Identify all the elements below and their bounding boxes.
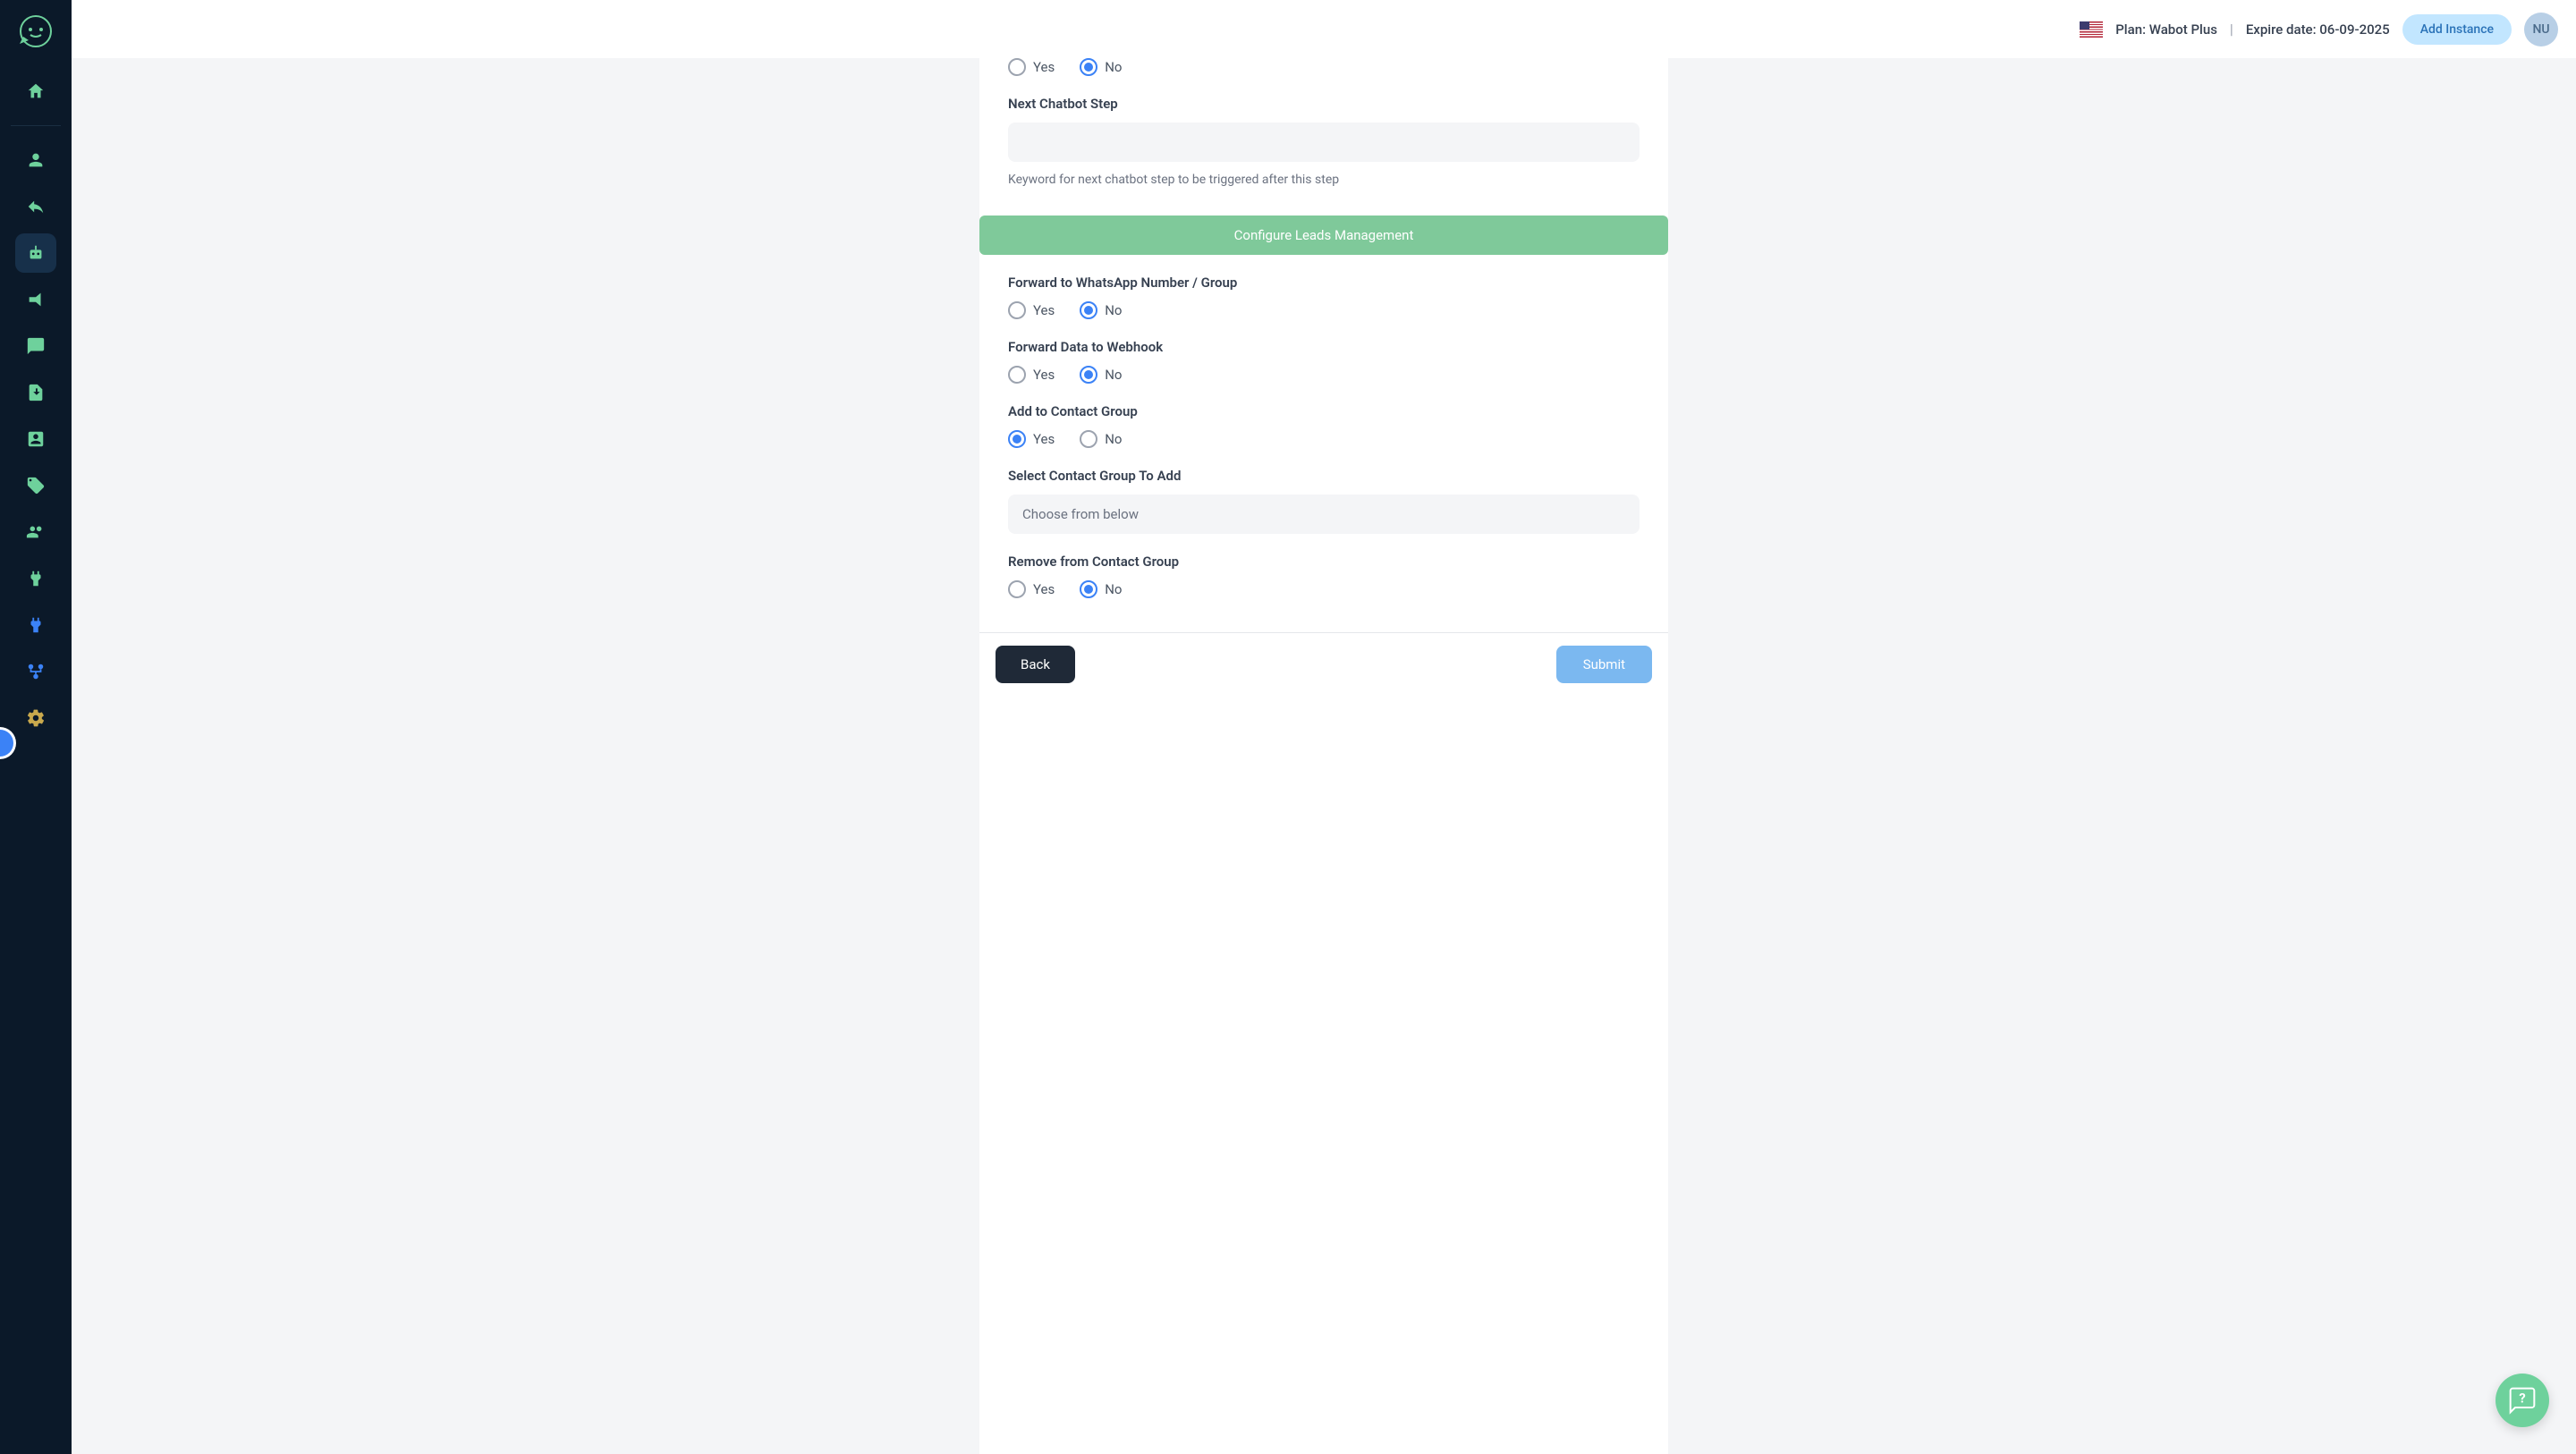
- radio-icon: [1080, 366, 1097, 384]
- forward-whatsapp-no[interactable]: No: [1080, 301, 1122, 319]
- add-contact-no[interactable]: No: [1080, 430, 1122, 448]
- chat-icon: [26, 336, 46, 356]
- forward-webhook-no[interactable]: No: [1080, 366, 1122, 384]
- plug-icon: [26, 569, 46, 588]
- nav-separator: [11, 125, 61, 126]
- nav-workflow[interactable]: [15, 652, 56, 691]
- svg-text:?: ?: [2519, 1391, 2525, 1407]
- remove-contact-no[interactable]: No: [1080, 580, 1122, 598]
- select-placeholder: Choose from below: [1022, 506, 1139, 522]
- address-book-icon: [26, 429, 46, 449]
- forward-whatsapp-yes[interactable]: Yes: [1008, 301, 1055, 319]
- robot-icon: [26, 243, 46, 263]
- radio-label: No: [1105, 302, 1122, 318]
- radio-label: No: [1105, 367, 1122, 383]
- remove-contact-label: Remove from Contact Group: [1008, 554, 1640, 570]
- megaphone-icon: [26, 290, 46, 309]
- remove-contact-radio-group: Yes No: [1008, 580, 1640, 598]
- nav-tags[interactable]: [15, 466, 56, 505]
- main-area: Plan: Wabot Plus | Expire date: 06-09-20…: [72, 0, 2576, 1454]
- add-contact-yes[interactable]: Yes: [1008, 430, 1055, 448]
- content-scroll[interactable]: Yes No Next Chatbot Step Keyword for nex…: [72, 58, 2576, 1454]
- help-fab[interactable]: ?: [2496, 1374, 2549, 1427]
- plug-icon-2: [26, 615, 46, 635]
- nav-settings[interactable]: [15, 698, 56, 738]
- save-response-yes[interactable]: Yes: [1008, 58, 1055, 76]
- radio-label: Yes: [1033, 302, 1055, 318]
- radio-label: Yes: [1033, 581, 1055, 597]
- forward-webhook-label: Forward Data to Webhook: [1008, 339, 1640, 355]
- home-icon: [26, 81, 46, 101]
- header-separator: |: [2230, 21, 2233, 38]
- add-contact-radio-group: Yes No: [1008, 430, 1640, 448]
- nav-plugin[interactable]: [15, 559, 56, 598]
- radio-icon: [1008, 301, 1026, 319]
- expire-label: Expire date: 06-09-2025: [2246, 21, 2390, 38]
- file-export-icon: [26, 383, 46, 402]
- radio-label: Yes: [1033, 367, 1055, 383]
- radio-icon: [1008, 430, 1026, 448]
- forward-whatsapp-radio-group: Yes No: [1008, 301, 1640, 319]
- forward-whatsapp-label: Forward to WhatsApp Number / Group: [1008, 275, 1640, 291]
- header: Plan: Wabot Plus | Expire date: 06-09-20…: [72, 0, 2576, 58]
- radio-icon: [1080, 58, 1097, 76]
- radio-label: Yes: [1033, 59, 1055, 75]
- gear-icon: [26, 708, 46, 728]
- sidebar: [0, 0, 72, 1454]
- nav-contacts[interactable]: [15, 419, 56, 459]
- forward-webhook-yes[interactable]: Yes: [1008, 366, 1055, 384]
- radio-icon: [1008, 58, 1026, 76]
- add-instance-button[interactable]: Add Instance: [2402, 14, 2512, 45]
- form-footer: Back Submit: [979, 632, 1668, 696]
- workflow-icon: [26, 662, 46, 681]
- nav-chat[interactable]: [15, 326, 56, 366]
- radio-icon: [1080, 430, 1097, 448]
- nav-bot[interactable]: [15, 233, 56, 273]
- radio-label: No: [1105, 59, 1122, 75]
- save-response-no[interactable]: No: [1080, 58, 1122, 76]
- plan-label: Plan: Wabot Plus: [2115, 21, 2217, 38]
- user-icon: [26, 150, 46, 170]
- nav-home[interactable]: [15, 72, 56, 111]
- users-icon: [26, 522, 46, 542]
- next-step-helper: Keyword for next chatbot step to be trig…: [1008, 173, 1640, 187]
- radio-icon: [1008, 580, 1026, 598]
- next-step-input[interactable]: [1008, 123, 1640, 162]
- nav-user[interactable]: [15, 140, 56, 180]
- radio-label: Yes: [1033, 431, 1055, 447]
- nav-broadcast[interactable]: [15, 280, 56, 319]
- app-logo-icon: [18, 13, 54, 49]
- nav-export[interactable]: [15, 373, 56, 412]
- leads-banner: Configure Leads Management: [979, 216, 1668, 255]
- nav-integration[interactable]: [15, 605, 56, 645]
- radio-icon: [1080, 301, 1097, 319]
- save-response-radio-group: Yes No: [1008, 58, 1640, 76]
- select-group-label: Select Contact Group To Add: [1008, 468, 1640, 484]
- forward-webhook-radio-group: Yes No: [1008, 366, 1640, 384]
- radio-icon: [1080, 580, 1097, 598]
- nav-reply[interactable]: [15, 187, 56, 226]
- submit-button[interactable]: Submit: [1556, 646, 1652, 683]
- add-contact-label: Add to Contact Group: [1008, 403, 1640, 419]
- radio-label: No: [1105, 431, 1122, 447]
- reply-icon: [26, 197, 46, 216]
- tags-icon: [26, 476, 46, 495]
- help-chat-icon: ?: [2508, 1386, 2537, 1415]
- remove-contact-yes[interactable]: Yes: [1008, 580, 1055, 598]
- flag-us-icon[interactable]: [2080, 21, 2103, 38]
- radio-label: No: [1105, 581, 1122, 597]
- next-step-label: Next Chatbot Step: [1008, 96, 1640, 112]
- avatar[interactable]: NU: [2524, 13, 2558, 46]
- select-group-dropdown[interactable]: Choose from below: [1008, 495, 1640, 534]
- radio-icon: [1008, 366, 1026, 384]
- back-button[interactable]: Back: [996, 646, 1075, 683]
- nav-team[interactable]: [15, 512, 56, 552]
- form-card: Yes No Next Chatbot Step Keyword for nex…: [979, 58, 1668, 1454]
